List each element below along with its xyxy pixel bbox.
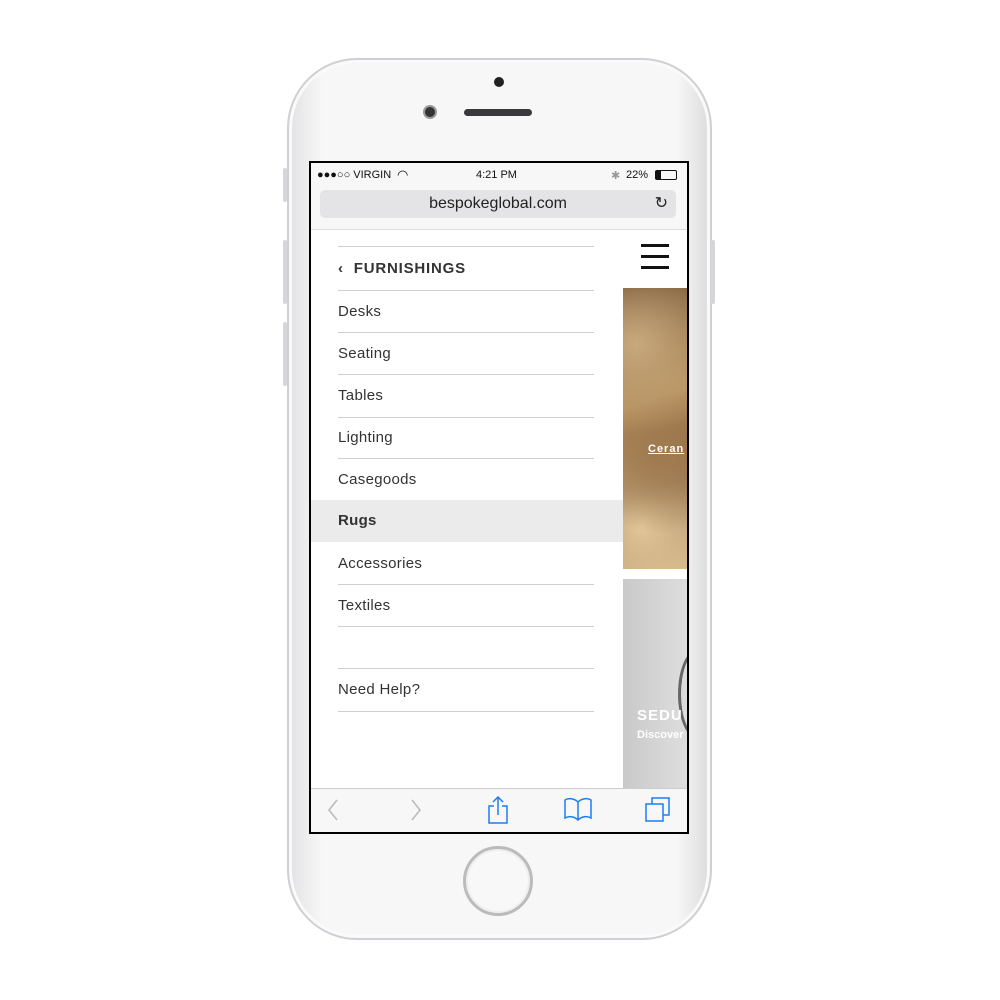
menu-back-furnishings[interactable]: ‹ FURNISHINGS	[311, 248, 623, 290]
sensor	[494, 77, 504, 87]
divider	[338, 711, 594, 712]
mute-switch	[283, 168, 287, 202]
menu-item-seating[interactable]: Seating	[311, 333, 623, 375]
menu-item-need-help[interactable]: Need Help?	[311, 669, 623, 711]
image-caption[interactable]: Ceran	[648, 443, 684, 455]
menu-item-lighting[interactable]: Lighting	[311, 417, 623, 459]
hamburger-menu-icon[interactable]	[641, 244, 669, 270]
speaker	[464, 109, 532, 116]
bookmarks-icon[interactable]	[563, 796, 593, 822]
menu-item-textiles[interactable]: Textiles	[311, 585, 623, 627]
menu-item-accessories[interactable]: Accessories	[311, 543, 623, 585]
promo-subtitle: Discover	[637, 729, 684, 741]
power-button	[711, 240, 715, 304]
menu-item-desks[interactable]: Desks	[311, 291, 623, 333]
promo-banner[interactable]: SEDU Discover	[623, 579, 687, 789]
menu-item-rugs[interactable]: Rugs	[311, 500, 623, 542]
volume-down-button	[283, 322, 287, 386]
screen: ●●●○○ VIRGIN ◠ 4:21 PM ✱ 22% bespokeglob…	[309, 161, 689, 834]
status-bar: ●●●○○ VIRGIN ◠ 4:21 PM ✱ 22%	[311, 167, 687, 185]
bluetooth-icon: ✱	[611, 170, 621, 182]
hero-image[interactable]: Ceran	[623, 288, 687, 569]
menu-item-casegoods[interactable]: Casegoods	[311, 459, 623, 501]
time: 4:21 PM	[476, 169, 517, 181]
battery-percent: 22%	[626, 169, 649, 181]
menu-item-tables[interactable]: Tables	[311, 375, 623, 417]
web-content: ‹ FURNISHINGS Desks Seating Tables Lighti…	[311, 229, 687, 789]
url-text: bespokeglobal.com	[429, 195, 567, 212]
battery-icon	[655, 170, 677, 180]
back-icon[interactable]	[325, 797, 341, 823]
safari-toolbar	[311, 788, 687, 832]
volume-up-button	[283, 240, 287, 304]
tabs-icon[interactable]	[644, 796, 672, 824]
share-icon[interactable]	[486, 795, 510, 825]
reload-icon[interactable]: ↻	[655, 190, 668, 218]
page-behind-menu: Ceran SEDU Discover	[623, 230, 687, 789]
url-bar[interactable]: bespokeglobal.com ↻	[320, 190, 676, 218]
divider	[338, 246, 594, 247]
menu-header-label: FURNISHINGS	[353, 260, 466, 277]
nav-menu: ‹ FURNISHINGS Desks Seating Tables Lighti…	[311, 230, 623, 789]
home-button[interactable]	[463, 846, 533, 916]
front-camera	[423, 105, 437, 119]
divider	[338, 626, 594, 627]
promo-title: SEDU	[637, 707, 683, 724]
wifi-icon: ◠	[397, 167, 409, 182]
promo-image	[678, 649, 687, 739]
forward-icon[interactable]	[408, 797, 424, 823]
carrier: ●●●○○ VIRGIN	[317, 169, 392, 181]
chevron-left-icon: ‹	[338, 260, 344, 277]
